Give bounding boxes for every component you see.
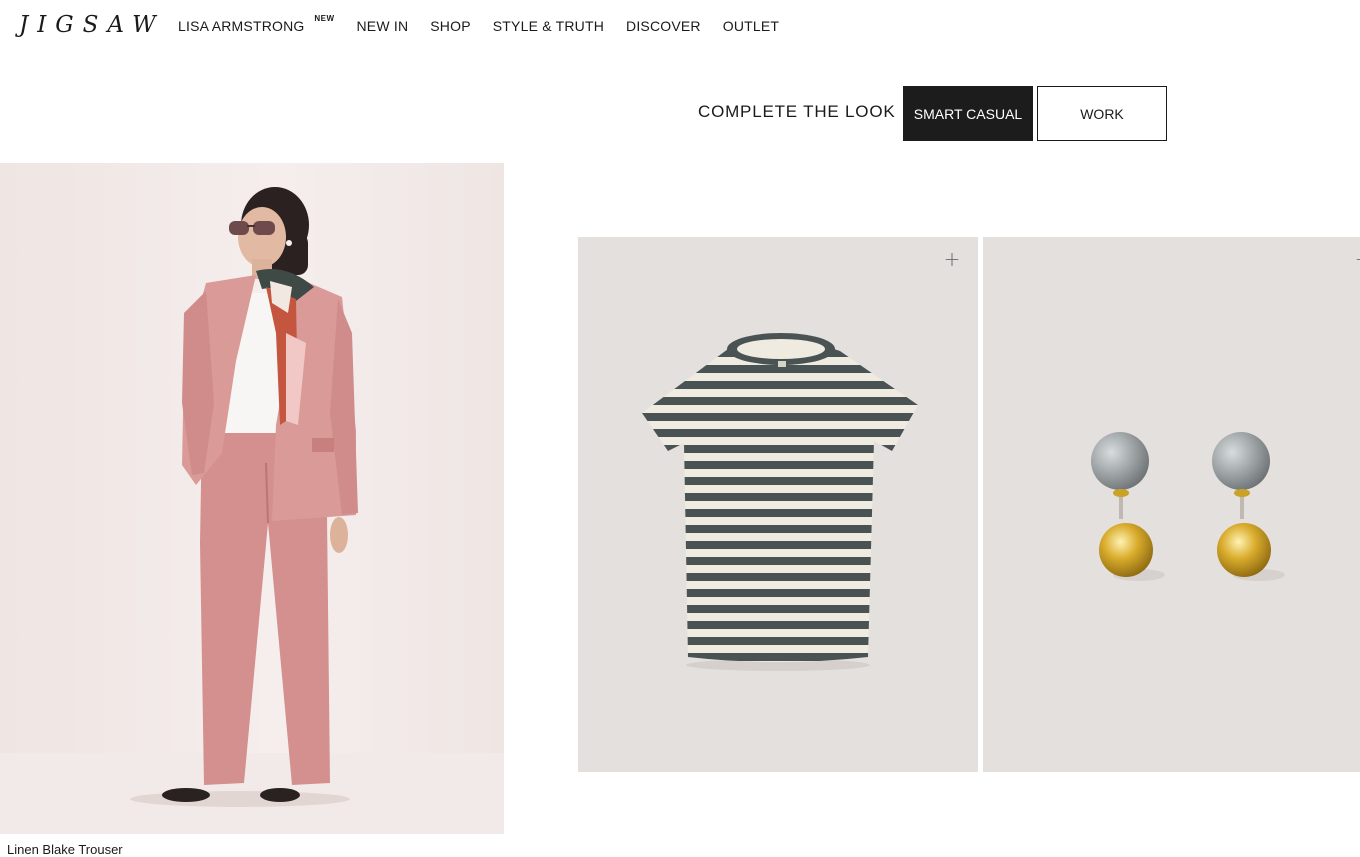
nav-label: LISA ARMSTRONG [178, 18, 305, 34]
model-photo[interactable] [0, 163, 504, 834]
plus-icon[interactable]: + [942, 249, 962, 269]
complete-the-look-heading: COMPLETE THE LOOK [698, 102, 896, 121]
tab-smart-casual[interactable]: SMART CASUAL [903, 86, 1033, 141]
nav-item-style-truth[interactable]: STYLE & TRUTH [493, 18, 604, 34]
nav-item-new-in[interactable]: NEW IN [357, 18, 409, 34]
nav-item-discover[interactable]: DISCOVER [626, 18, 701, 34]
earrings-image [1091, 432, 1285, 581]
nav-item-lisa-armstrong[interactable]: LISA ARMSTRONG NEW [178, 14, 334, 34]
product-card-earrings[interactable]: + [983, 237, 1360, 772]
striped-tshirt-image [642, 333, 918, 671]
page: JIGSAW LISA ARMSTRONG NEW NEW IN SHOP ST… [0, 0, 1360, 857]
model-illustration [0, 187, 504, 834]
nav-item-shop[interactable]: SHOP [430, 18, 470, 34]
plus-icon[interactable]: + [1353, 249, 1360, 269]
new-badge: NEW [314, 14, 335, 23]
jigsaw-logo[interactable]: JIGSAW [19, 12, 165, 38]
nav-item-outlet[interactable]: OUTLET [723, 18, 779, 34]
product-card-tshirt[interactable]: + [578, 237, 978, 772]
product-caption[interactable]: Linen Blake Trouser [7, 842, 123, 857]
main-nav: LISA ARMSTRONG NEW NEW IN SHOP STYLE & T… [178, 14, 779, 34]
tab-work[interactable]: WORK [1037, 86, 1167, 141]
